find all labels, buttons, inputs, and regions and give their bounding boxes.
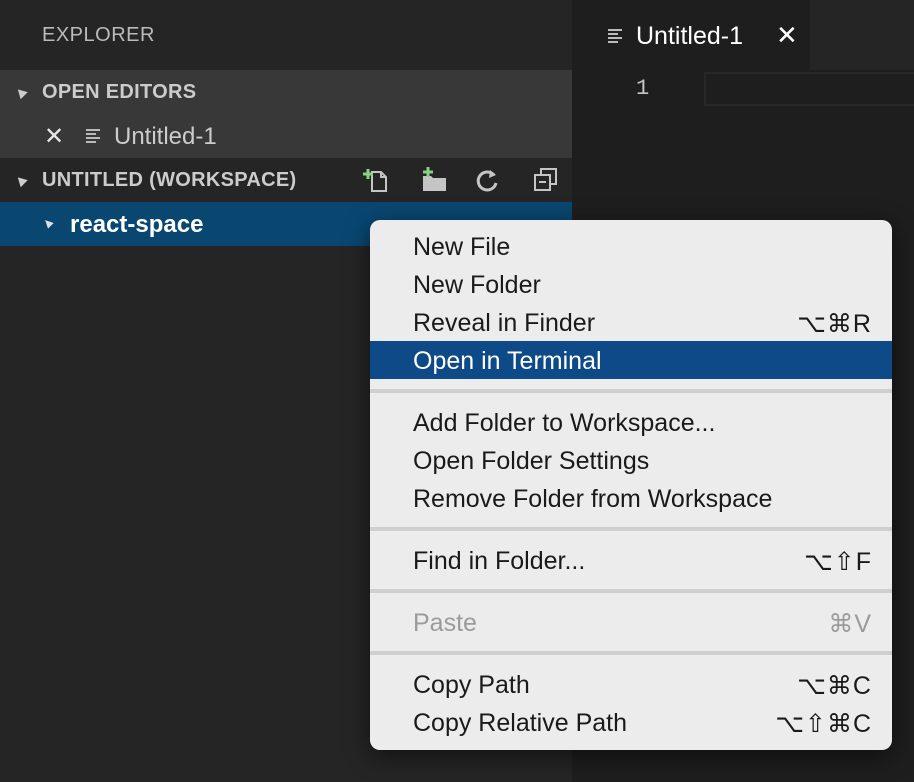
close-icon[interactable]: ✕ xyxy=(776,20,798,51)
line-number: 1 xyxy=(636,76,650,101)
refresh-icon[interactable] xyxy=(474,167,502,193)
menu-separator xyxy=(370,589,892,593)
menu-item-label: Remove Folder from Workspace xyxy=(413,485,773,513)
menu-item-paste: Paste ⌘V xyxy=(370,603,892,641)
open-editor-name: Untitled-1 xyxy=(114,123,217,150)
menu-item-new-file[interactable]: New File xyxy=(370,227,892,265)
new-folder-icon[interactable] xyxy=(420,167,448,193)
menu-item-add-folder-to-workspace[interactable]: Add Folder to Workspace... xyxy=(370,403,892,441)
menu-item-label: Reveal in Finder xyxy=(413,309,596,337)
menu-item-label: Copy Relative Path xyxy=(413,709,628,737)
menu-item-label: New File xyxy=(413,233,511,261)
menu-item-open-in-terminal[interactable]: Open in Terminal xyxy=(370,341,892,379)
menu-item-shortcut: ⌥⌘C xyxy=(797,672,872,700)
text-file-icon xyxy=(86,129,102,143)
menu-separator xyxy=(370,527,892,531)
menu-item-new-folder[interactable]: New Folder xyxy=(370,265,892,303)
menu-item-label: Open Folder Settings xyxy=(413,447,650,475)
context-menu: New File New Folder Reveal in Finder ⌥⌘R… xyxy=(370,220,892,750)
menu-item-label: Open in Terminal xyxy=(413,347,602,375)
menu-item-shortcut: ⌥⌘R xyxy=(797,310,872,338)
collapse-triangle-icon xyxy=(14,173,28,187)
menu-item-label: Find in Folder... xyxy=(413,547,586,575)
collapse-all-icon[interactable] xyxy=(532,167,560,193)
open-editor-item[interactable]: ✕ Untitled-1 xyxy=(0,114,572,158)
open-editors-header[interactable]: OPEN EDITORS xyxy=(0,70,572,114)
menu-item-reveal-in-finder[interactable]: Reveal in Finder ⌥⌘R xyxy=(370,303,892,341)
tab-bar: Untitled-1 ✕ xyxy=(572,0,914,70)
menu-item-label: Paste xyxy=(413,609,477,637)
menu-item-remove-folder-from-workspace[interactable]: Remove Folder from Workspace xyxy=(370,479,892,517)
tab-title: Untitled-1 xyxy=(636,22,743,50)
menu-item-copy-path[interactable]: Copy Path ⌥⌘C xyxy=(370,665,892,703)
menu-item-label: New Folder xyxy=(413,271,541,299)
menu-separator xyxy=(370,389,892,393)
menu-item-shortcut: ⌥⇧⌘C xyxy=(775,710,872,738)
text-file-icon xyxy=(608,29,624,43)
workspace-header[interactable]: UNTITLED (WORKSPACE) xyxy=(0,158,572,202)
tab-untitled-1[interactable]: Untitled-1 ✕ xyxy=(572,0,810,70)
close-icon[interactable]: ✕ xyxy=(44,122,64,151)
folder-name: react-space xyxy=(70,211,204,238)
collapse-triangle-icon xyxy=(14,85,28,99)
new-file-icon[interactable] xyxy=(362,167,390,193)
expand-triangle-icon xyxy=(42,217,54,229)
menu-separator xyxy=(370,651,892,655)
open-editors-label: OPEN EDITORS xyxy=(42,80,197,103)
menu-item-open-folder-settings[interactable]: Open Folder Settings xyxy=(370,441,892,479)
current-line-highlight xyxy=(704,72,914,106)
workspace-label: UNTITLED (WORKSPACE) xyxy=(42,168,297,191)
menu-item-label: Copy Path xyxy=(413,671,530,699)
menu-item-label: Add Folder to Workspace... xyxy=(413,409,716,437)
menu-item-find-in-folder[interactable]: Find in Folder... ⌥⇧F xyxy=(370,541,892,579)
menu-item-copy-relative-path[interactable]: Copy Relative Path ⌥⇧⌘C xyxy=(370,703,892,741)
explorer-title: EXPLORER xyxy=(42,24,155,46)
menu-item-shortcut: ⌘V xyxy=(828,610,872,638)
menu-item-shortcut: ⌥⇧F xyxy=(803,548,872,576)
